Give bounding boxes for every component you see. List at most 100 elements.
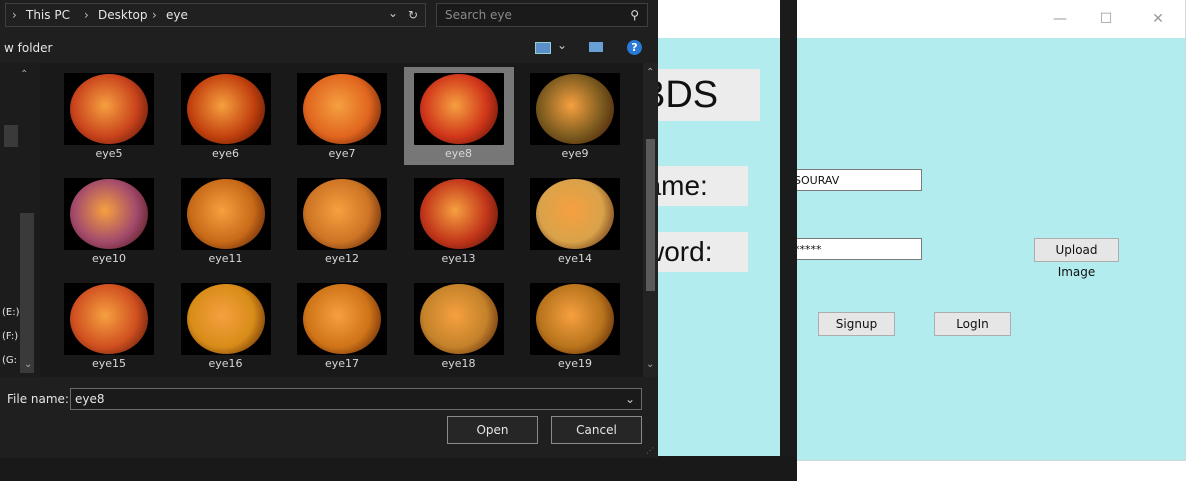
breadcrumb-this-pc[interactable]: This PC: [26, 4, 70, 26]
file-name-label: eye8: [444, 147, 473, 160]
filename-value: eye8: [75, 392, 105, 406]
file-name-label: eye16: [208, 357, 243, 370]
file-thumbnail: [64, 283, 154, 355]
file-thumbnail: [297, 283, 387, 355]
refresh-icon[interactable]: ↻: [408, 4, 418, 26]
search-placeholder: Search eye: [445, 8, 512, 22]
open-button[interactable]: Open: [447, 416, 538, 444]
retina-image: [536, 179, 614, 249]
retina-image: [303, 179, 381, 249]
file-name-label: eye6: [211, 147, 240, 160]
retina-image: [70, 284, 148, 354]
retina-image: [70, 74, 148, 144]
file-thumbnail: [413, 178, 504, 250]
file-item-eye6[interactable]: eye6: [171, 67, 281, 165]
file-item-eye17[interactable]: eye17: [287, 277, 397, 375]
file-name-label: eye7: [328, 147, 356, 160]
file-grid-scrollbar[interactable]: ⌃ ⌄: [643, 63, 658, 377]
file-thumbnail: [413, 283, 504, 355]
chevron-down-icon[interactable]: ⌄: [557, 38, 567, 52]
file-item-eye12[interactable]: eye12: [287, 172, 397, 270]
file-item-eye13[interactable]: eye13: [404, 172, 514, 270]
retina-image: [536, 284, 614, 354]
resize-grip-icon[interactable]: ⋰: [646, 446, 654, 455]
retina-image: [186, 74, 265, 144]
file-thumbnail: [180, 178, 271, 250]
app-titlebar: — ☐ ✕: [630, 0, 1185, 38]
chevron-down-icon[interactable]: ⌄: [24, 359, 32, 370]
nav-drive-g[interactable]: (G:: [2, 355, 17, 366]
scrollbar-thumb[interactable]: [646, 139, 655, 291]
cancel-button[interactable]: Cancel: [551, 416, 642, 444]
retina-image: [303, 284, 381, 354]
file-thumbnail: [180, 73, 271, 145]
file-item-eye9[interactable]: eye9: [520, 67, 630, 165]
file-name-label: eye10: [91, 252, 127, 265]
file-item-eye18[interactable]: eye18: [404, 277, 514, 375]
view-options-icon[interactable]: [535, 42, 551, 54]
search-input[interactable]: Search eye ⚲: [436, 3, 648, 27]
file-item-eye14[interactable]: eye14: [520, 172, 630, 270]
filename-row: File name: eye8 ⌄: [0, 383, 658, 413]
file-name-label: eye14: [557, 252, 593, 265]
retina-image: [70, 179, 148, 249]
file-thumbnail: [530, 283, 620, 355]
chevron-down-icon[interactable]: ⌄: [646, 359, 654, 370]
breadcrumb-eye[interactable]: eye: [166, 4, 188, 26]
chevron-up-icon[interactable]: ⌃: [646, 67, 654, 78]
chevron-up-icon[interactable]: ⌃: [20, 69, 28, 80]
retina-image: [419, 284, 498, 354]
new-folder-button[interactable]: w folder: [4, 41, 52, 55]
file-name-label: eye11: [208, 252, 243, 265]
maximize-icon[interactable]: ☐: [1094, 8, 1118, 30]
file-open-dialog: › This PC › Desktop › eye ⌄ ↻ Search eye…: [0, 0, 658, 458]
window-edge: [780, 0, 797, 481]
file-name-label: eye17: [324, 357, 360, 370]
file-item-eye15[interactable]: eye15: [54, 277, 164, 375]
file-name-label: eye9: [561, 147, 589, 160]
file-item-eye16[interactable]: eye16: [171, 277, 281, 375]
file-thumbnail: [413, 73, 504, 145]
login-button[interactable]: LogIn: [934, 312, 1011, 336]
upload-image-button[interactable]: Upload Image: [1034, 238, 1119, 279]
nav-drive-f[interactable]: (F:): [2, 331, 18, 342]
dialog-toolbar: w folder ⌄ ?: [0, 34, 658, 62]
file-item-eye7[interactable]: eye7: [287, 67, 397, 165]
file-thumbnail: [530, 73, 620, 145]
nav-scrollbar-thumb[interactable]: [20, 213, 34, 373]
signup-button[interactable]: Signup: [818, 312, 895, 336]
chevron-down-icon[interactable]: ⌄: [625, 389, 635, 409]
file-thumbnail: [64, 73, 154, 145]
chevron-down-icon[interactable]: ⌄: [388, 2, 398, 24]
retina-image: [186, 179, 265, 249]
file-item-eye8[interactable]: eye8: [403, 67, 514, 165]
username-input[interactable]: SOURAV: [789, 169, 922, 191]
nav-selected-item[interactable]: [4, 125, 18, 147]
minimize-icon[interactable]: —: [1048, 8, 1072, 30]
help-icon[interactable]: ?: [627, 40, 642, 55]
file-item-eye19[interactable]: eye19: [520, 277, 630, 375]
search-icon[interactable]: ⚲: [630, 4, 639, 26]
breadcrumb-desktop[interactable]: Desktop: [98, 4, 148, 26]
file-name-label: eye15: [91, 357, 127, 370]
breadcrumb-separator-icon: ›: [12, 8, 17, 22]
filename-input[interactable]: eye8 ⌄: [70, 388, 642, 410]
file-name-label: eye5: [95, 147, 123, 160]
preview-pane-icon[interactable]: [589, 42, 603, 52]
address-bar[interactable]: › This PC › Desktop › eye ⌄ ↻: [5, 3, 426, 27]
file-thumbnail: [530, 178, 620, 250]
retina-image: [419, 74, 498, 144]
file-name-label: eye19: [557, 357, 593, 370]
file-item-eye10[interactable]: eye10: [54, 172, 164, 270]
file-thumbnail: [297, 178, 387, 250]
breadcrumb-separator-icon: ›: [152, 8, 157, 22]
file-thumbnail: [297, 73, 387, 145]
file-item-eye11[interactable]: eye11: [171, 172, 281, 270]
file-item-eye5[interactable]: eye5: [54, 67, 164, 165]
navigation-pane[interactable]: ⌃ (E:) (F:) (G: ⌄: [0, 63, 40, 377]
file-name-label: eye12: [324, 252, 360, 265]
password-input[interactable]: *****: [789, 238, 922, 260]
nav-drive-e[interactable]: (E:): [2, 307, 20, 318]
file-name-label: eye13: [441, 252, 476, 265]
close-icon[interactable]: ✕: [1146, 8, 1170, 30]
